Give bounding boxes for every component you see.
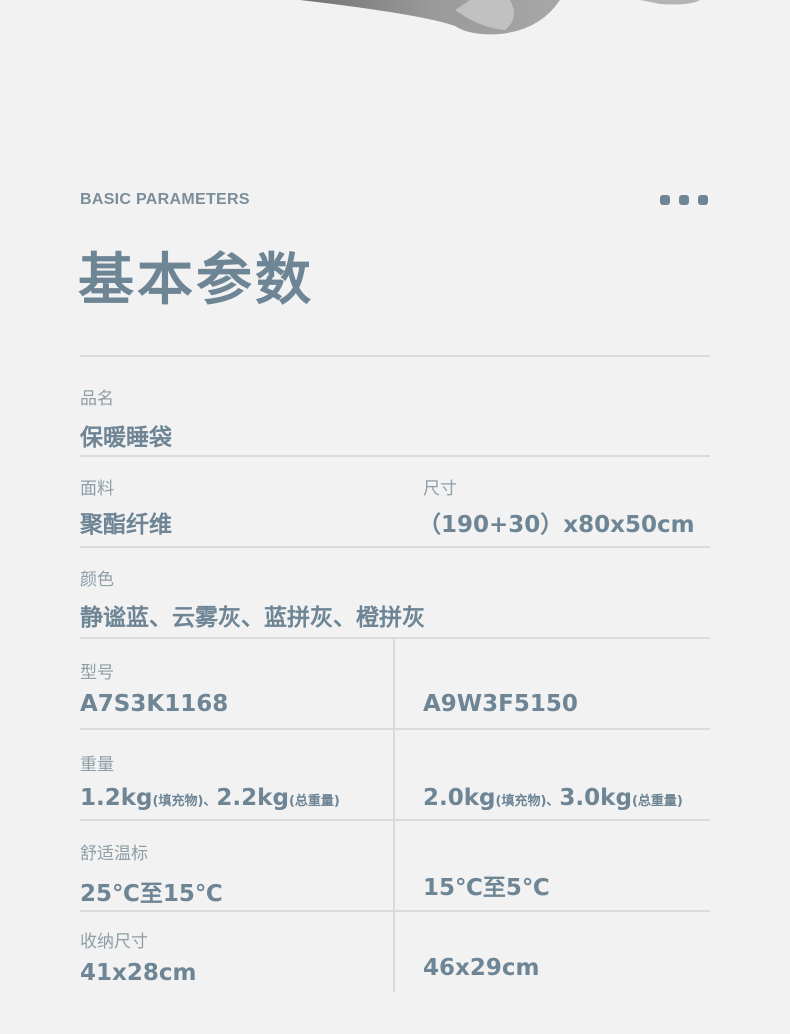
dot-icon bbox=[698, 195, 708, 205]
divider bbox=[80, 546, 710, 548]
weight-a-value: 1.2kg(填充物)、2.2kg(总重量) bbox=[80, 785, 340, 811]
size-label: 尺寸 bbox=[423, 479, 457, 499]
model-label: 型号 bbox=[80, 663, 114, 683]
pack-size-label: 收纳尺寸 bbox=[80, 932, 148, 952]
name-label: 品名 bbox=[80, 389, 114, 409]
name-value: 保暖睡袋 bbox=[80, 425, 172, 451]
fabric-value: 聚酯纤维 bbox=[80, 512, 172, 538]
weight-b-value: 2.0kg(填充物)、3.0kg(总重量) bbox=[423, 785, 683, 811]
weight-b-total: 3.0kg bbox=[559, 785, 632, 811]
weight-b-total-note: (总重量) bbox=[631, 794, 683, 809]
divider bbox=[80, 728, 710, 730]
weight-b-separator: 、 bbox=[546, 794, 560, 809]
comfort-label: 舒适温标 bbox=[80, 844, 148, 864]
divider bbox=[80, 910, 710, 912]
pack-size-b-value: 46x29cm bbox=[423, 955, 540, 981]
divider bbox=[80, 819, 710, 821]
weight-a-total-note: (总重量) bbox=[288, 794, 340, 809]
comfort-b-value: 15℃至5℃ bbox=[423, 875, 550, 901]
weight-a-separator: 、 bbox=[203, 794, 217, 809]
comfort-a-value: 25℃至15℃ bbox=[80, 881, 223, 907]
dot-icon bbox=[660, 195, 670, 205]
fabric-label: 面料 bbox=[80, 479, 114, 499]
column-divider bbox=[393, 637, 395, 992]
weight-b-fill-note: (填充物) bbox=[495, 794, 547, 809]
size-value: （190+30）x80x50cm bbox=[418, 512, 695, 538]
sleeping-bag-image bbox=[300, 0, 700, 35]
weight-a-fill-note: (填充物) bbox=[152, 794, 204, 809]
dot-icon bbox=[679, 195, 689, 205]
section-eyebrow: BASIC PARAMETERS bbox=[80, 191, 250, 208]
weight-a-fill: 1.2kg bbox=[80, 785, 153, 811]
divider bbox=[80, 637, 710, 639]
divider bbox=[80, 355, 710, 357]
weight-a-total: 2.2kg bbox=[216, 785, 289, 811]
color-value: 静谧蓝、云雾灰、蓝拼灰、橙拼灰 bbox=[80, 605, 425, 631]
model-b-value: A9W3F5150 bbox=[423, 691, 578, 717]
model-a-value: A7S3K1168 bbox=[80, 691, 229, 717]
page-title: 基本参数 bbox=[78, 248, 314, 313]
more-dots-icon bbox=[660, 195, 708, 205]
divider bbox=[80, 455, 710, 457]
color-label: 颜色 bbox=[80, 570, 114, 590]
weight-label: 重量 bbox=[80, 755, 114, 775]
weight-b-fill: 2.0kg bbox=[423, 785, 496, 811]
pack-size-a-value: 41x28cm bbox=[80, 960, 197, 986]
